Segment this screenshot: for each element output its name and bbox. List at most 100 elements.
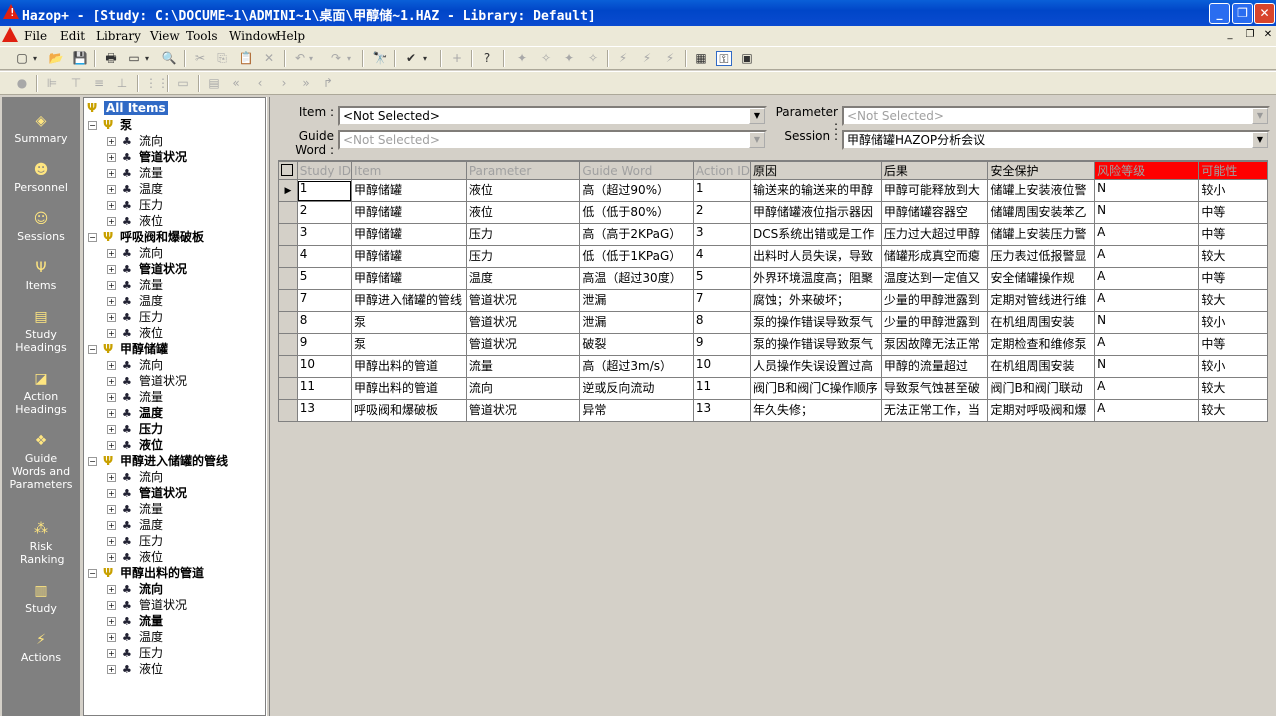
tree-item[interactable]: + ♣ 流向 xyxy=(107,133,163,149)
cell-study-id[interactable]: 3 xyxy=(296,223,353,246)
tool-e-icon[interactable]: ⚡ xyxy=(615,51,631,66)
save-icon[interactable]: 💾 xyxy=(72,51,88,66)
collapse-icon[interactable]: − xyxy=(88,457,97,466)
cell-cause[interactable]: 腐蚀；外来破坏； xyxy=(750,289,882,312)
cell-consequence[interactable]: 压力过大超过甲醇 xyxy=(880,223,989,246)
cell-parameter[interactable]: 管道状况 xyxy=(465,399,581,422)
col-parameter[interactable]: Parameter xyxy=(465,161,581,180)
sidebar-item-items[interactable]: Ψ Items xyxy=(2,260,80,292)
print-preview-icon[interactable]: 🔍 xyxy=(161,51,177,66)
cell-parameter[interactable]: 流量 xyxy=(465,355,581,378)
cell-consequence[interactable]: 温度达到一定值又 xyxy=(880,267,989,290)
tree-item[interactable]: + ♣ 液位 xyxy=(107,325,163,341)
cell-guide-word[interactable]: 高温（超过30度） xyxy=(579,267,694,290)
expand-icon[interactable]: + xyxy=(107,297,116,306)
session-select[interactable]: 甲醇储罐HAZOP分析会议 ▼ xyxy=(842,130,1270,150)
col-guide-word[interactable]: Guide Word xyxy=(579,161,694,180)
table-row[interactable]: 7 甲醇进入储罐的管线 管道状况 泄漏 7 腐蚀；外来破坏； 少量的甲醇泄露到 定期对管线进行… xyxy=(278,289,1268,312)
table-row[interactable]: 2 甲醇储罐 液位 低（低于80%） 2 甲醇储罐液位指示器因 甲醇储罐容器空 储罐周围安装苯… xyxy=(278,201,1268,224)
expand-icon[interactable]: + xyxy=(107,185,116,194)
cell-safeguard[interactable]: 压力表过低报警显 xyxy=(987,245,1096,268)
cell-parameter[interactable]: 管道状况 xyxy=(465,311,581,334)
expand-icon[interactable]: + xyxy=(107,665,116,674)
collapse-icon[interactable]: − xyxy=(88,345,97,354)
expand-icon[interactable]: + xyxy=(107,473,116,482)
row-selector[interactable] xyxy=(278,333,298,356)
cell-guide-word[interactable]: 泄漏 xyxy=(579,311,694,334)
cell-action-id[interactable]: 10 xyxy=(692,355,752,378)
col-risk-level[interactable]: 风险等级 xyxy=(1094,161,1200,180)
tool-d-icon[interactable]: ✧ xyxy=(585,51,601,66)
row-selector[interactable] xyxy=(278,267,298,290)
table-row[interactable]: ▶ 1 甲醇储罐 液位 高（超过90%） 1 输送来的输送来的甲醇 甲醇可能释放到大 储罐上安装… xyxy=(278,179,1268,202)
last-icon[interactable]: » xyxy=(298,76,314,91)
cell-item[interactable]: 甲醇储罐 xyxy=(351,267,467,290)
cell-study-id[interactable]: 10 xyxy=(296,355,353,378)
expand-icon[interactable]: + xyxy=(107,169,116,178)
tree-item[interactable]: + ♣ 温度 xyxy=(107,517,163,533)
tree-item[interactable]: + ♣ 压力 xyxy=(107,309,163,325)
cell-likelihood[interactable]: 较大 xyxy=(1198,377,1268,400)
table-row[interactable]: 5 甲醇储罐 温度 高温（超过30度） 5 外界环境温度高；阻聚 温度达到一定值又 安全储罐操… xyxy=(278,267,1268,290)
col-item[interactable]: Item xyxy=(351,161,467,180)
cell-study-id[interactable]: 7 xyxy=(296,289,353,312)
cell-safeguard[interactable]: 储罐上安装液位警 xyxy=(987,179,1096,202)
cell-guide-word[interactable]: 高（超过90%） xyxy=(579,179,694,202)
cell-likelihood[interactable]: 中等 xyxy=(1198,333,1268,356)
cell-risk-level[interactable]: A xyxy=(1094,377,1200,400)
cell-action-id[interactable]: 4 xyxy=(692,245,752,268)
expand-icon[interactable]: + xyxy=(107,217,116,226)
close-button[interactable]: ✕ xyxy=(1254,3,1275,24)
expand-icon[interactable]: + xyxy=(107,153,116,162)
sidebar-item-study-headings[interactable]: ▤ Study Headings xyxy=(2,309,80,354)
cell-consequence[interactable]: 甲醇储罐容器空 xyxy=(880,201,989,224)
row-selector[interactable]: ▶ xyxy=(278,179,298,202)
tree-group[interactable]: − Ψ 甲醇进入储罐的管线 xyxy=(88,453,228,469)
cell-consequence[interactable]: 少量的甲醇泄露到 xyxy=(880,289,989,312)
spellcheck-dropdown-icon[interactable]: ▾ xyxy=(420,51,430,66)
expand-icon[interactable]: + xyxy=(107,313,116,322)
cell-guide-word[interactable]: 破裂 xyxy=(579,333,694,356)
expand-icon[interactable]: + xyxy=(107,521,116,530)
cell-parameter[interactable]: 温度 xyxy=(465,267,581,290)
row-selector[interactable] xyxy=(278,245,298,268)
table-row[interactable]: 4 甲醇储罐 压力 低（低于1KPaG） 4 出料时人员失误，导致 储罐形成真空而瘪 压力表过… xyxy=(278,245,1268,268)
cell-cause[interactable]: 输送来的输送来的甲醇 xyxy=(750,179,882,202)
cell-consequence[interactable]: 储罐形成真空而瘪 xyxy=(880,245,989,268)
cell-safeguard[interactable]: 安全储罐操作规 xyxy=(987,267,1096,290)
cell-item[interactable]: 甲醇储罐 xyxy=(351,223,467,246)
tree-item[interactable]: + ♣ 管道状况 xyxy=(107,261,187,277)
tree-item[interactable]: + ♣ 流向 xyxy=(107,581,163,597)
doc-icon[interactable]: ▤ xyxy=(206,76,222,91)
menu-file[interactable]: File xyxy=(24,29,47,43)
expand-icon[interactable]: + xyxy=(107,377,116,386)
collapse-icon[interactable]: − xyxy=(88,569,97,578)
undo-dropdown-icon[interactable]: ▾ xyxy=(306,51,316,66)
open-icon[interactable]: 📂 xyxy=(48,51,64,66)
tree-item[interactable]: + ♣ 流向 xyxy=(107,469,163,485)
cell-guide-word[interactable]: 泄漏 xyxy=(579,289,694,312)
row-selector[interactable] xyxy=(278,223,298,246)
new-dropdown-icon[interactable]: ▾ xyxy=(30,51,40,66)
cell-consequence[interactable]: 无法正常工作，当 xyxy=(880,399,989,422)
chevron-down-icon[interactable]: ▼ xyxy=(1252,132,1268,148)
cell-study-id[interactable]: 5 xyxy=(296,267,353,290)
menu-help[interactable]: Help xyxy=(276,29,305,43)
redo-dropdown-icon[interactable]: ▾ xyxy=(344,51,354,66)
cell-guide-word[interactable]: 逆或反向流动 xyxy=(579,377,694,400)
expand-icon[interactable]: + xyxy=(107,633,116,642)
expand-icon[interactable]: + xyxy=(107,409,116,418)
cell-action-id[interactable]: 9 xyxy=(692,333,752,356)
expand-icon[interactable]: + xyxy=(107,441,116,450)
tree-item[interactable]: + ♣ 管道状况 xyxy=(107,597,187,613)
cell-cause[interactable]: 年久失修； xyxy=(750,399,882,422)
prev-icon[interactable]: ‹ xyxy=(252,76,268,91)
cell-parameter[interactable]: 压力 xyxy=(465,223,581,246)
row-selector[interactable] xyxy=(278,311,298,334)
key-icon[interactable]: ⚿ xyxy=(716,51,732,66)
tree-item[interactable]: + ♣ 流量 xyxy=(107,613,163,629)
print-icon[interactable]: 🖶 xyxy=(103,51,119,66)
cell-safeguard[interactable]: 储罐周围安装苯乙 xyxy=(987,201,1096,224)
row-selector[interactable] xyxy=(278,377,298,400)
expand-icon[interactable]: + xyxy=(107,649,116,658)
